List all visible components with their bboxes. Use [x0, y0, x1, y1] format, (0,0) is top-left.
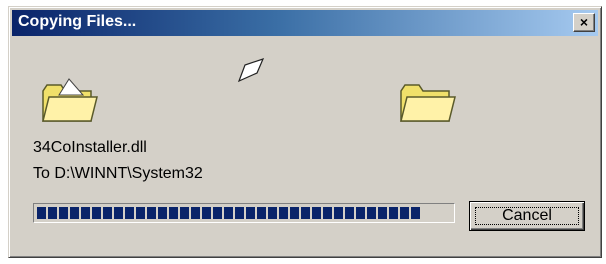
- progress-block: [323, 207, 332, 219]
- cancel-button-label: Cancel: [475, 207, 579, 225]
- progress-block: [59, 207, 68, 219]
- progress-block: [114, 207, 123, 219]
- progress-block: [136, 207, 145, 219]
- progress-block: [378, 207, 387, 219]
- progress-block: [334, 207, 343, 219]
- title-bar[interactable]: Copying Files... ×: [12, 10, 598, 36]
- progress-block: [345, 207, 354, 219]
- progress-bar: [33, 203, 455, 223]
- window-title: Copying Files...: [18, 13, 137, 30]
- progress-block: [213, 207, 222, 219]
- progress-block: [301, 207, 310, 219]
- progress-block: [356, 207, 365, 219]
- progress-block: [169, 207, 178, 219]
- progress-block: [290, 207, 299, 219]
- progress-block: [180, 207, 189, 219]
- progress-block: [191, 207, 200, 219]
- close-button[interactable]: ×: [573, 13, 595, 32]
- progress-fill: [37, 207, 420, 219]
- progress-block: [70, 207, 79, 219]
- progress-block: [367, 207, 376, 219]
- progress-block: [312, 207, 321, 219]
- destination-folder-icon: [400, 84, 456, 122]
- close-icon: ×: [579, 14, 589, 30]
- progress-block: [125, 207, 134, 219]
- progress-block: [103, 207, 112, 219]
- source-folder-icon: [42, 78, 98, 122]
- progress-block: [246, 207, 255, 219]
- cancel-button[interactable]: Cancel: [469, 201, 585, 231]
- progress-block: [389, 207, 398, 219]
- progress-block: [81, 207, 90, 219]
- progress-block: [147, 207, 156, 219]
- progress-block: [202, 207, 211, 219]
- progress-block: [268, 207, 277, 219]
- progress-block: [400, 207, 409, 219]
- flying-paper-icon: [237, 58, 265, 83]
- progress-block: [257, 207, 266, 219]
- progress-block: [224, 207, 233, 219]
- progress-block: [37, 207, 46, 219]
- copy-dialog: Copying Files... × 34CoInstaller.dll To …: [8, 6, 602, 258]
- destination-label: To D:\WINNT\System32: [33, 165, 203, 182]
- progress-block: [279, 207, 288, 219]
- progress-block: [48, 207, 57, 219]
- progress-block: [158, 207, 167, 219]
- progress-block: [235, 207, 244, 219]
- progress-block: [92, 207, 101, 219]
- progress-block: [411, 207, 420, 219]
- file-name-label: 34CoInstaller.dll: [33, 139, 147, 156]
